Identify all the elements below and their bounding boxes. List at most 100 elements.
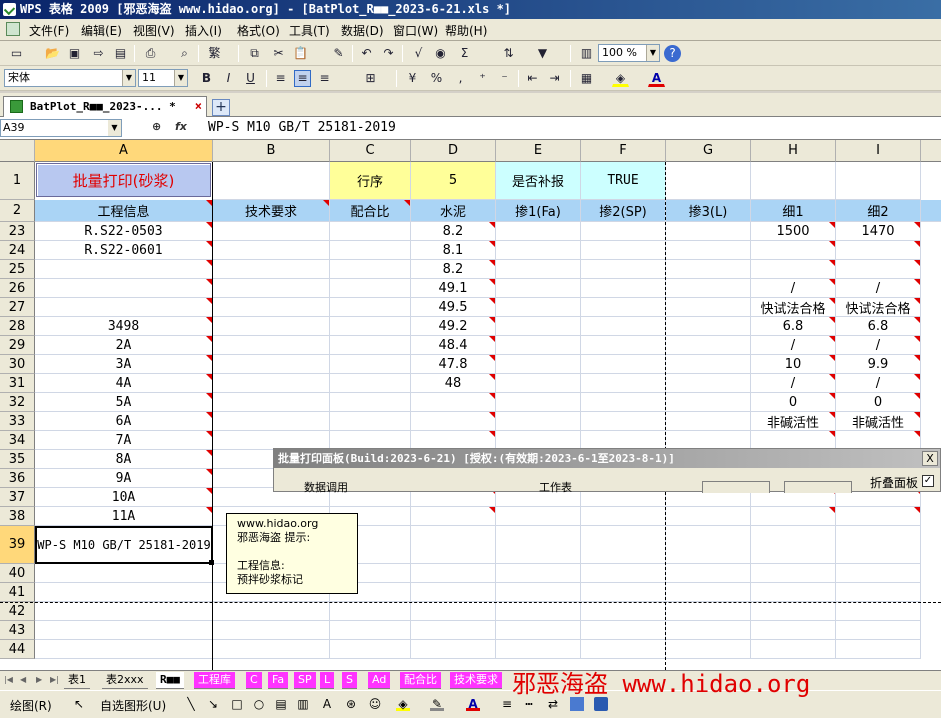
cell-a[interactable]: 3A — [35, 355, 213, 374]
arrow-style-icon[interactable]: ⇄ — [546, 697, 560, 711]
cell-d[interactable] — [411, 507, 496, 526]
web-icon[interactable]: ◉ — [432, 45, 449, 62]
cell-e[interactable] — [496, 355, 581, 374]
cell-f[interactable] — [581, 260, 666, 279]
column-header-e[interactable]: E — [496, 140, 581, 162]
cell-c[interactable] — [330, 317, 411, 336]
cell-i[interactable]: 6.8 — [836, 317, 921, 336]
row-header[interactable]: 24 — [0, 241, 35, 260]
autoshape-menu[interactable]: 自选图形(U) — [100, 697, 166, 714]
cell-f[interactable] — [581, 412, 666, 431]
menu-edit[interactable]: 编辑(E) — [78, 22, 125, 39]
cell-b[interactable] — [213, 317, 330, 336]
cell-f[interactable] — [581, 355, 666, 374]
cell-a[interactable]: 5A — [35, 393, 213, 412]
new-icon[interactable]: ▭ — [8, 45, 25, 62]
cell[interactable] — [411, 583, 496, 602]
cell-i[interactable]: 快试法合格 — [836, 298, 921, 317]
cell[interactable] — [836, 526, 921, 564]
sheet-tab[interactable]: 配合比 — [400, 672, 441, 689]
cell-e[interactable] — [496, 241, 581, 260]
cell-g[interactable] — [666, 355, 751, 374]
print-icon[interactable]: ⎙ — [142, 45, 159, 62]
cell-c[interactable] — [330, 279, 411, 298]
sheet-tab[interactable]: R■■ — [156, 672, 184, 689]
select-all-corner[interactable] — [0, 140, 35, 162]
sheet-tab[interactable]: SP — [294, 672, 316, 689]
row-header[interactable]: 40 — [0, 564, 35, 583]
cell-d[interactable]: 47.8 — [411, 355, 496, 374]
font-color-icon[interactable]: A — [648, 70, 665, 87]
cell[interactable] — [411, 602, 496, 621]
align-center-icon[interactable]: ≡ — [294, 70, 311, 87]
cell[interactable] — [411, 640, 496, 659]
cell-g[interactable] — [666, 222, 751, 241]
cell-h[interactable] — [751, 241, 836, 260]
cell-e[interactable] — [496, 222, 581, 241]
cell[interactable] — [213, 621, 330, 640]
cell-a[interactable]: R.S22-0601 — [35, 241, 213, 260]
sheet-tab[interactable]: 表2xxx — [102, 672, 148, 689]
row-header[interactable]: 32 — [0, 393, 35, 412]
cell[interactable] — [496, 564, 581, 583]
cell-f[interactable] — [581, 507, 666, 526]
cell[interactable] — [836, 564, 921, 583]
cell-e[interactable] — [496, 412, 581, 431]
cell-a[interactable]: 2A — [35, 336, 213, 355]
row-header[interactable]: 23 — [0, 222, 35, 241]
traditional-icon[interactable]: 繁 — [206, 45, 223, 62]
percent-button[interactable]: % — [428, 70, 445, 87]
fill-color-icon[interactable]: ◈ — [612, 70, 629, 87]
cell[interactable] — [411, 621, 496, 640]
row-header[interactable]: 41 — [0, 583, 35, 602]
prev-sheet-icon[interactable]: ◀ — [20, 675, 26, 684]
ellipse-icon[interactable]: ○ — [252, 697, 266, 711]
dash-style-icon[interactable]: ┅ — [522, 697, 536, 711]
column-title-b[interactable]: 技术要求 — [213, 200, 330, 222]
sheet-tab[interactable]: C — [246, 672, 262, 689]
cell-a[interactable]: 8A — [35, 450, 213, 469]
row-header[interactable]: 44 — [0, 640, 35, 659]
column-title-h[interactable]: 细1 — [751, 200, 836, 222]
column-header-a[interactable]: A — [35, 140, 213, 162]
menu-format[interactable]: 格式(O) — [234, 22, 283, 39]
cell[interactable] — [836, 640, 921, 659]
align-right-icon[interactable]: ≡ — [316, 70, 333, 87]
cell-h[interactable]: 非碱活性 — [751, 412, 836, 431]
cell[interactable] — [836, 602, 921, 621]
cell[interactable] — [751, 583, 836, 602]
cell-h[interactable] — [751, 260, 836, 279]
italic-button[interactable]: I — [220, 70, 237, 87]
sheet-tab[interactable]: 表1 — [64, 672, 90, 689]
line-style-icon[interactable]: ≡ — [500, 697, 514, 711]
cell[interactable] — [330, 640, 411, 659]
cell[interactable] — [666, 602, 751, 621]
cell-c[interactable] — [330, 260, 411, 279]
sort-icon[interactable]: ⇅ — [500, 45, 517, 62]
row-header[interactable]: 28 — [0, 317, 35, 336]
cell[interactable] — [581, 640, 666, 659]
row-header[interactable]: 26 — [0, 279, 35, 298]
cell-b[interactable] — [213, 412, 330, 431]
chart-icon[interactable]: ▥ — [578, 45, 595, 62]
underline-button[interactable]: U — [242, 70, 259, 87]
batch-print-button[interactable]: 批量打印(砂浆) — [36, 163, 211, 197]
indent-decrease-icon[interactable]: ⇤ — [524, 70, 541, 87]
cell-h[interactable]: 0 — [751, 393, 836, 412]
cell[interactable] — [496, 602, 581, 621]
3d-icon[interactable] — [594, 697, 608, 711]
textbox-icon[interactable]: ▤ — [274, 697, 288, 711]
row-header[interactable]: 39 — [0, 526, 35, 564]
cell-e[interactable] — [496, 393, 581, 412]
cell[interactable] — [751, 621, 836, 640]
cell-f[interactable] — [581, 279, 666, 298]
cell-d[interactable]: 49.5 — [411, 298, 496, 317]
cell-row-order-label[interactable]: 行序 — [330, 162, 411, 200]
font-color-icon[interactable]: A — [466, 697, 480, 711]
name-box[interactable]: A39 ▼ — [0, 119, 122, 137]
menu-view[interactable]: 视图(V) — [130, 22, 178, 39]
cell[interactable] — [581, 621, 666, 640]
cell-h[interactable]: 1500 — [751, 222, 836, 241]
cell-h[interactable]: / — [751, 374, 836, 393]
save-icon[interactable]: ▣ — [66, 45, 83, 62]
